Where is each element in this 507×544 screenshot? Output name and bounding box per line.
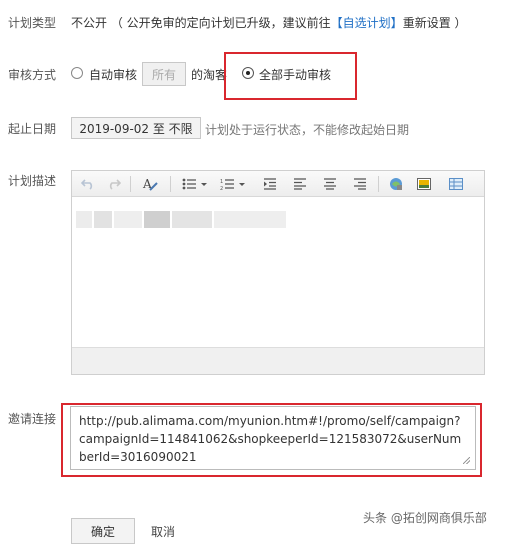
numbered-list-icon[interactable]: 12 xyxy=(220,176,246,192)
align-right-icon[interactable] xyxy=(352,176,368,192)
invite-link-textarea[interactable]: http://pub.alimama.com/myunion.htm#!/pro… xyxy=(70,406,476,470)
indent-icon[interactable] xyxy=(262,176,278,192)
editor-toolbar: A 12 xyxy=(72,171,484,197)
self-select-plan-link[interactable]: 【自选计划】 xyxy=(331,16,403,30)
date-range-button[interactable]: 2019-09-02 至 不限 xyxy=(71,117,201,139)
auto-review-label: 自动审核 xyxy=(89,68,138,82)
manual-review-label: 全部手动审核 xyxy=(259,68,332,82)
table-icon[interactable] xyxy=(448,176,464,192)
watermark-text: 头条 @拓创网商俱乐部 xyxy=(363,511,487,525)
description-editor: A 12 xyxy=(71,170,485,375)
bullet-list-icon[interactable] xyxy=(182,176,208,192)
review-method-label: 审核方式 xyxy=(8,68,57,82)
align-left-icon[interactable] xyxy=(292,176,308,192)
cancel-link[interactable]: 取消 xyxy=(151,523,175,540)
plan-type-row: 不公开 （ 公开免审的定向计划已升级，建议前往【自选计划】重新设置 ） xyxy=(71,14,467,31)
image-icon[interactable] xyxy=(416,176,432,192)
clear-format-icon[interactable]: A xyxy=(142,176,160,192)
invite-link-label: 邀请连接 xyxy=(8,412,57,426)
align-center-icon[interactable] xyxy=(322,176,338,192)
taoke-text: 的淘客 xyxy=(191,68,228,82)
plan-type-label: 计划类型 xyxy=(8,16,57,30)
svg-text:2: 2 xyxy=(220,186,223,190)
date-range-label: 起止日期 xyxy=(8,122,57,136)
manual-review-radio[interactable] xyxy=(242,67,256,81)
all-taoke-select[interactable]: 所有 xyxy=(142,62,186,86)
plan-type-note-suffix: 重新设置 ） xyxy=(402,16,467,30)
auto-review-radio[interactable] xyxy=(71,67,85,81)
plan-type-note-prefix: （ 公开免审的定向计划已升级，建议前往 xyxy=(110,16,331,30)
date-range-note: 计划处于运行状态，不能修改起始日期 xyxy=(205,123,410,137)
redo-icon[interactable] xyxy=(106,176,122,192)
blurred-content xyxy=(76,211,92,228)
manual-review-radio-circle[interactable] xyxy=(242,67,254,79)
plan-type-value: 不公开 xyxy=(71,16,108,30)
confirm-button[interactable]: 确定 xyxy=(71,518,135,544)
auto-review-radio-circle[interactable] xyxy=(71,67,83,79)
svg-text:1: 1 xyxy=(220,179,223,185)
link-icon[interactable] xyxy=(388,176,404,192)
undo-icon[interactable] xyxy=(80,176,96,192)
editor-statusbar xyxy=(72,347,484,374)
description-label: 计划描述 xyxy=(8,174,57,188)
